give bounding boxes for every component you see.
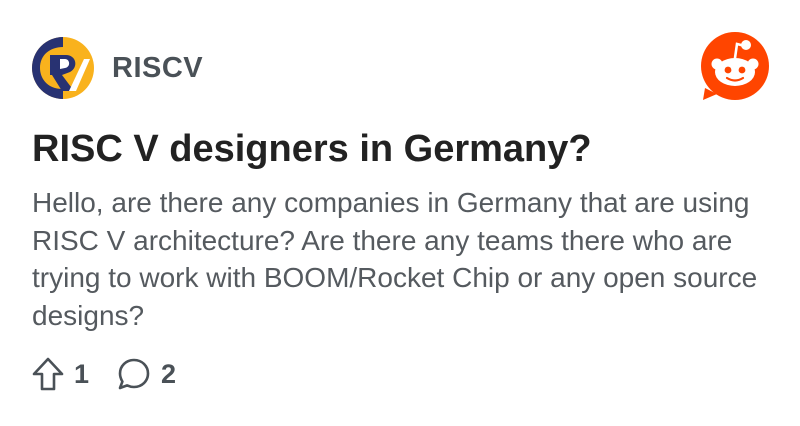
community-name[interactable]: RISCV — [112, 52, 203, 85]
comment-count: 2 — [161, 358, 177, 389]
upvote-count: 1 — [74, 358, 90, 389]
post-body: Hello, are there any companies in German… — [32, 187, 758, 331]
post-header: RISCV — [32, 36, 203, 100]
comments-button[interactable]: 2 — [117, 357, 176, 391]
upvote-arrow-icon — [32, 357, 64, 391]
reddit-snoo-logo-icon[interactable] — [699, 30, 771, 102]
post-actions: 1 2 — [32, 354, 176, 394]
upvote-button[interactable]: 1 — [32, 357, 89, 391]
comment-bubble-icon — [118, 358, 150, 390]
post-title[interactable]: RISC V designers in Germany? — [32, 126, 772, 172]
risc-v-logo-icon[interactable] — [32, 37, 94, 99]
post-card[interactable]: RISCV RISC V designers in Germany? Hello… — [0, 0, 800, 426]
